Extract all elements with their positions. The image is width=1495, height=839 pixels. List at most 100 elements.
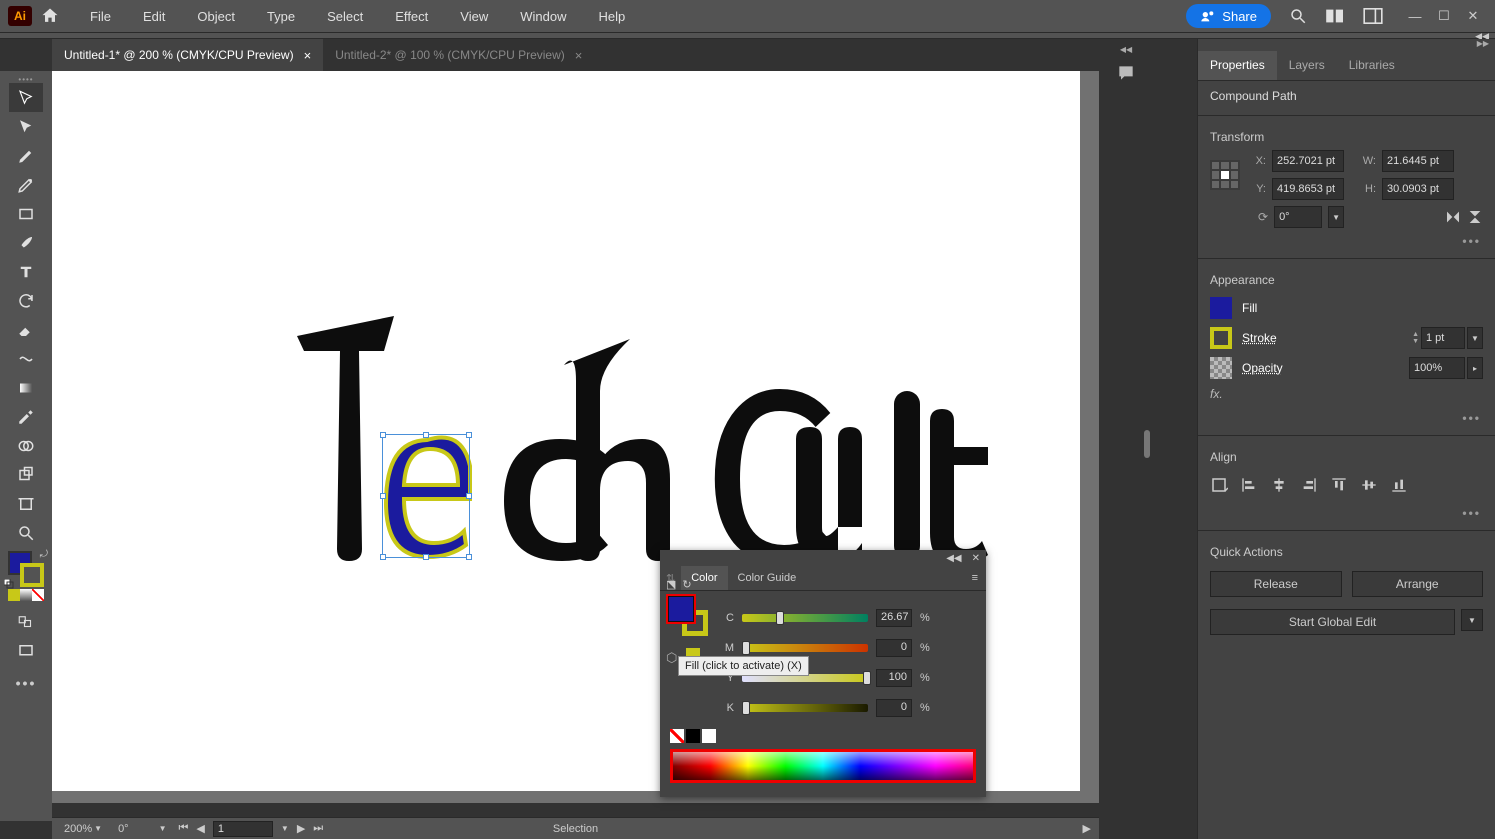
close-tab-2-icon[interactable]: × <box>575 48 583 63</box>
release-button[interactable]: Release <box>1210 571 1342 597</box>
menu-file[interactable]: File <box>84 5 117 28</box>
selection-bounding-box[interactable] <box>382 434 470 558</box>
opacity-dropdown-icon[interactable]: ▸ <box>1467 357 1483 379</box>
menu-help[interactable]: Help <box>592 5 631 28</box>
out-of-gamut-icon[interactable]: ⬡ <box>666 650 677 666</box>
menu-view[interactable]: View <box>454 5 494 28</box>
menu-object[interactable]: Object <box>191 5 241 28</box>
arrange-button[interactable]: Arrange <box>1352 571 1484 597</box>
home-icon[interactable] <box>40 6 60 26</box>
opacity-label[interactable]: Opacity <box>1242 361 1283 375</box>
arrange-documents-icon[interactable] <box>1325 8 1345 24</box>
align-to-icon[interactable] <box>1210 476 1228 494</box>
menu-type[interactable]: Type <box>261 5 301 28</box>
stroke-label[interactable]: Stroke <box>1242 331 1277 345</box>
swap-fill-stroke-icon[interactable]: ⤾ <box>40 549 48 560</box>
libraries-tab[interactable]: Libraries <box>1337 51 1407 80</box>
rotation-dropdown-icon[interactable]: ▼ <box>1328 206 1344 228</box>
c-value[interactable]: 26.67 <box>876 609 912 627</box>
draw-mode-buttons[interactable] <box>9 607 43 636</box>
comments-icon[interactable] <box>1115 64 1137 82</box>
fill-label[interactable]: Fill <box>1242 301 1257 315</box>
width-tool[interactable] <box>9 344 43 373</box>
last-color-icon[interactable]: ↻ <box>682 578 691 591</box>
k-slider[interactable] <box>742 704 868 712</box>
artboard-tool[interactable] <box>9 489 43 518</box>
artboard-number-field[interactable]: 1 <box>213 821 273 837</box>
m-value[interactable]: 0 <box>876 639 912 657</box>
color-mode-buttons[interactable] <box>8 589 44 601</box>
color-mode-none[interactable] <box>32 589 44 601</box>
c-slider[interactable] <box>742 614 868 622</box>
align-top-icon[interactable] <box>1330 476 1348 494</box>
flip-vertical-icon[interactable] <box>1467 209 1483 225</box>
direct-selection-tool[interactable] <box>9 112 43 141</box>
edit-toolbar-button[interactable]: ••• <box>16 675 37 691</box>
stroke-weight-input[interactable]: 1 pt <box>1421 327 1465 349</box>
zoom-dropdown[interactable]: 200%▼ <box>60 823 106 835</box>
black-swatch[interactable] <box>686 729 700 743</box>
vertical-scrollbar[interactable] <box>1144 430 1150 458</box>
rectangle-tool[interactable] <box>9 199 43 228</box>
screen-mode-button[interactable] <box>9 636 43 665</box>
stroke-swatch[interactable] <box>20 563 44 587</box>
x-input[interactable]: 252.7021 pt <box>1272 150 1344 172</box>
curvature-tool[interactable] <box>9 170 43 199</box>
y-value[interactable]: 100 <box>876 669 912 687</box>
window-maximize[interactable]: ☐ <box>1430 7 1458 25</box>
color-spectrum[interactable] <box>670 749 976 783</box>
fill-color-swatch[interactable] <box>1210 297 1232 319</box>
gradient-tool[interactable] <box>9 373 43 402</box>
align-more-options[interactable]: ••• <box>1198 500 1495 526</box>
none-swatch[interactable] <box>670 729 684 743</box>
collapse-properties-icon[interactable]: ▶▶ <box>1477 39 1489 48</box>
close-tab-1-icon[interactable]: × <box>304 48 312 63</box>
rotation-input[interactable]: 0° <box>1274 206 1322 228</box>
start-global-edit-button[interactable]: Start Global Edit <box>1210 609 1455 635</box>
properties-tab[interactable]: Properties <box>1198 51 1277 80</box>
color-panel[interactable]: ◀◀ ✕ ⇅ Color Color Guide ≡ ⬔ ↻ ⬡ C 26.67… <box>660 550 986 797</box>
artboard-nav-first-icon[interactable]: ⏮ <box>179 822 189 835</box>
live-paint-tool[interactable] <box>9 460 43 489</box>
align-hcenter-icon[interactable] <box>1270 476 1288 494</box>
pen-tool[interactable] <box>9 141 43 170</box>
color-guide-tab[interactable]: Color Guide <box>728 566 807 590</box>
workspace-switcher-icon[interactable] <box>1363 8 1383 24</box>
stroke-weight-dropdown-icon[interactable]: ▼ <box>1467 327 1483 349</box>
global-edit-dropdown-icon[interactable]: ▼ <box>1461 609 1483 631</box>
rotate-tool[interactable] <box>9 286 43 315</box>
opacity-swatch[interactable] <box>1210 357 1232 379</box>
align-right-icon[interactable] <box>1300 476 1318 494</box>
flip-horizontal-icon[interactable] <box>1445 209 1461 225</box>
align-bottom-icon[interactable] <box>1390 476 1408 494</box>
selection-tool[interactable] <box>9 83 43 112</box>
reference-point-widget[interactable] <box>1210 160 1240 190</box>
type-tool[interactable] <box>9 257 43 286</box>
paintbrush-tool[interactable] <box>9 228 43 257</box>
collapse-panel-icon[interactable]: ◀◀ <box>946 553 961 564</box>
menu-select[interactable]: Select <box>321 5 369 28</box>
menu-window[interactable]: Window <box>514 5 572 28</box>
artboard-nav-prev-icon[interactable]: ◀ <box>196 822 204 835</box>
swap-fill-stroke-panel-icon[interactable]: ⬔ <box>666 578 676 591</box>
artboard-dropdown-icon[interactable]: ▼ <box>281 824 289 833</box>
panel-menu-icon[interactable]: ≡ <box>964 572 986 584</box>
align-vcenter-icon[interactable] <box>1360 476 1378 494</box>
default-fill-stroke-icon[interactable] <box>4 579 14 589</box>
rotation-dropdown[interactable]: 0°▼ <box>114 823 170 835</box>
eraser-tool[interactable] <box>9 315 43 344</box>
color-mode-gradient[interactable] <box>20 589 32 601</box>
white-swatch[interactable] <box>702 729 716 743</box>
opacity-input[interactable]: 100% <box>1409 357 1465 379</box>
zoom-tool[interactable] <box>9 518 43 547</box>
appearance-more-options[interactable]: ••• <box>1198 405 1495 431</box>
eyedropper-tool[interactable] <box>9 402 43 431</box>
artboard-nav-last-icon[interactable]: ⏭ <box>313 822 323 835</box>
m-slider[interactable] <box>742 644 868 652</box>
h-input[interactable]: 30.0903 pt <box>1382 178 1454 200</box>
layers-tab[interactable]: Layers <box>1277 51 1337 80</box>
transform-more-options[interactable]: ••• <box>1198 228 1495 254</box>
search-icon[interactable] <box>1289 7 1307 25</box>
tools-drag-handle[interactable]: •••• <box>0 75 52 83</box>
k-value[interactable]: 0 <box>876 699 912 717</box>
